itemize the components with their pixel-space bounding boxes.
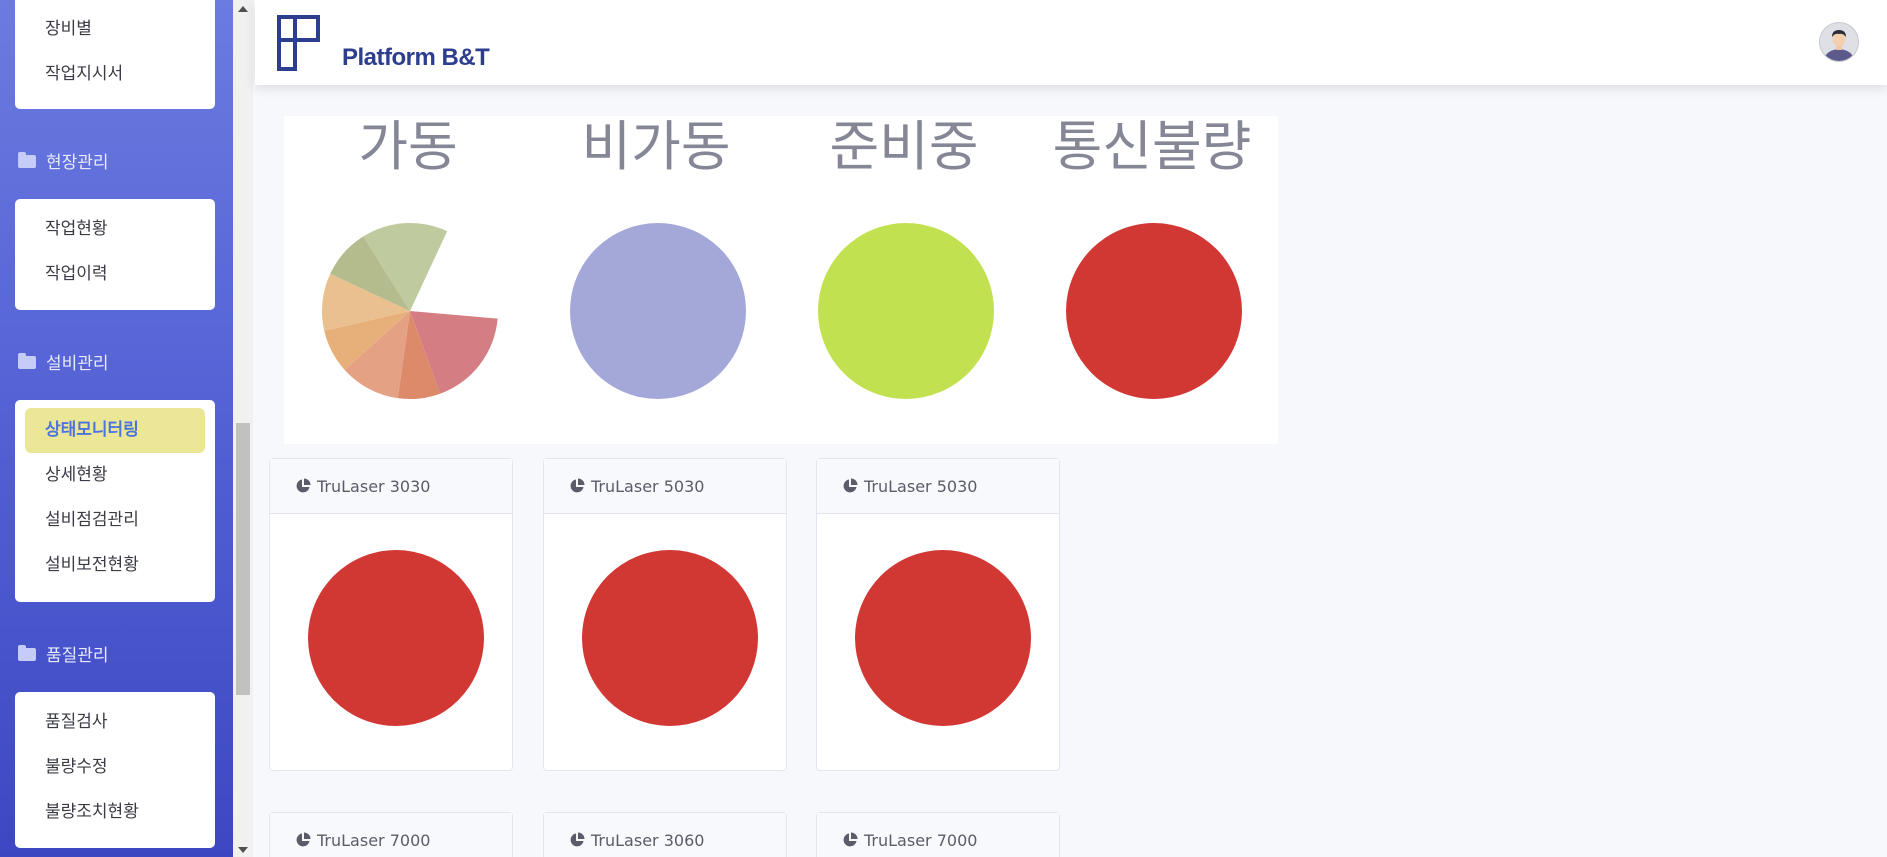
sidebar-item-work-history[interactable]: 작업이력: [25, 252, 205, 297]
sidebar-item-defect-action[interactable]: 불량조치현황: [25, 790, 205, 835]
machine-card-header: TruLaser 3030: [270, 459, 512, 514]
idle-pie-chart[interactable]: [568, 221, 748, 401]
machine-card[interactable]: TruLaser 3060: [543, 812, 787, 857]
comm-error-status-circle: [1066, 223, 1242, 399]
status-title-idle: 비가동: [581, 115, 731, 178]
machine-card-body: [544, 514, 786, 770]
user-avatar[interactable]: [1819, 22, 1859, 62]
machine-card[interactable]: TruLaser 7000: [816, 812, 1060, 857]
machine-card-header: TruLaser 5030: [817, 459, 1059, 514]
comm-error-pie-chart[interactable]: [1064, 221, 1244, 401]
status-title-comm-error: 통신불량: [1052, 115, 1252, 178]
machine-card-header: TruLaser 5030: [544, 459, 786, 514]
scroll-down-arrow-icon[interactable]: [238, 847, 248, 853]
machine-card[interactable]: TruLaser 3030: [269, 458, 513, 771]
sidebar-item-defect-correction[interactable]: 불량수정: [25, 745, 205, 790]
status-summary-panel: 가동 비가동 준비중 통신불량: [284, 116, 1278, 444]
sidebar-card-equipment: 장비별 작업지시서: [15, 0, 215, 109]
sidebar-card-facility: 상태모니터링 상세현황 설비점검관리 설비보전현황: [15, 400, 215, 602]
pie-chart-icon: [843, 478, 858, 492]
idle-status-circle: [570, 223, 746, 399]
running-pie-chart[interactable]: [320, 221, 500, 401]
logo-mark-icon: [277, 15, 320, 71]
sidebar-item-by-equipment[interactable]: 장비별: [25, 7, 205, 52]
status-title-preparing: 준비중: [829, 115, 979, 178]
sidebar-section-facility[interactable]: 설비관리: [18, 349, 109, 379]
logo-text: Platform B&T: [342, 44, 490, 71]
machine-card[interactable]: TruLaser 5030: [816, 458, 1060, 771]
pie-chart-icon: [570, 478, 585, 492]
sidebar-item-detail-status[interactable]: 상세현황: [25, 453, 205, 498]
folder-icon: [18, 644, 36, 661]
topbar: Platform B&T: [255, 0, 1887, 85]
scroll-up-arrow-icon[interactable]: [238, 6, 248, 12]
preparing-status-circle: [818, 223, 994, 399]
sidebar-item-status-monitoring[interactable]: 상태모니터링: [25, 408, 205, 453]
status-title-running: 가동: [358, 115, 458, 178]
sidebar-item-work-order[interactable]: 작업지시서: [25, 52, 205, 97]
pie-chart-icon: [296, 478, 311, 492]
machine-card-header: TruLaser 7000: [270, 813, 512, 857]
sidebar: 장비별 작업지시서 현장관리 작업현황 작업이력 설비관리 상태모니터링 상세현…: [0, 0, 233, 857]
machine-name: TruLaser 3060: [591, 831, 705, 850]
sidebar-section-field[interactable]: 현장관리: [18, 148, 109, 178]
sidebar-section-quality[interactable]: 품질관리: [18, 641, 109, 671]
sidebar-scrollbar[interactable]: [233, 0, 253, 857]
machine-status-chart[interactable]: [306, 548, 486, 728]
machine-status-circle: [582, 550, 758, 726]
sidebar-item-quality-inspection[interactable]: 품질검사: [25, 700, 205, 745]
scrollbar-thumb[interactable]: [236, 423, 250, 695]
machine-card-header: TruLaser 7000: [817, 813, 1059, 857]
preparing-pie-chart[interactable]: [816, 221, 996, 401]
status-idle: 비가동: [532, 116, 780, 444]
logo[interactable]: Platform B&T: [277, 14, 490, 72]
pie-chart-icon: [296, 832, 311, 846]
sidebar-item-work-status[interactable]: 작업현황: [25, 207, 205, 252]
machine-name: TruLaser 3030: [317, 477, 431, 496]
status-running: 가동: [284, 116, 532, 444]
machine-card-header: TruLaser 3060: [544, 813, 786, 857]
machine-card-body: [270, 514, 512, 770]
machine-status-circle: [308, 550, 484, 726]
machine-card[interactable]: TruLaser 7000: [269, 812, 513, 857]
machine-name: TruLaser 7000: [864, 831, 978, 850]
machine-status-chart[interactable]: [580, 548, 760, 728]
machine-name: TruLaser 7000: [317, 831, 431, 850]
pie-chart-icon: [570, 832, 585, 846]
machine-name: TruLaser 5030: [591, 477, 705, 496]
status-preparing: 준비중: [780, 116, 1028, 444]
sidebar-item-facility-inspection[interactable]: 설비점검관리: [25, 498, 205, 543]
sidebar-item-facility-maintenance[interactable]: 설비보전현황: [25, 543, 205, 588]
status-comm-error: 통신불량: [1028, 116, 1276, 444]
machine-status-circle: [855, 550, 1031, 726]
machine-card[interactable]: TruLaser 5030: [543, 458, 787, 771]
sidebar-card-field: 작업현황 작업이력: [15, 199, 215, 310]
machine-status-chart[interactable]: [853, 548, 1033, 728]
pie-chart-icon: [843, 832, 858, 846]
folder-icon: [18, 352, 36, 369]
machine-name: TruLaser 5030: [864, 477, 978, 496]
sidebar-card-quality: 품질검사 불량수정 불량조치현황: [15, 692, 215, 848]
folder-icon: [18, 151, 36, 168]
machine-card-body: [817, 514, 1059, 770]
